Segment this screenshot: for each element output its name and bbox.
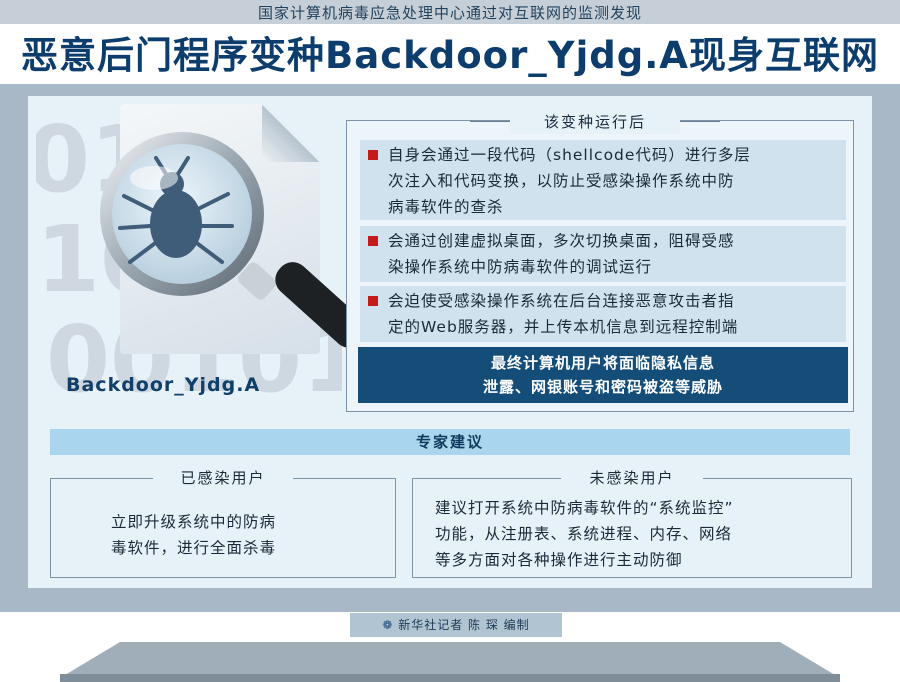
kicker-text: 国家计算机病毒应急处理中心通过对互联网的监测发现 [257,3,642,22]
uninfected-advice-line-3: 等多方面对各种操作进行主动防御 [435,551,683,569]
xinhua-logo-icon: ❁ [382,618,394,632]
infected-users-panel: 已感染用户 立即升级系统中的防病 毒软件，进行全面杀毒 [50,467,396,578]
infected-advice-line-2: 毒软件，进行全面杀毒 [111,539,277,557]
threat-warning: 最终计算机用户将面临隐私信息 泄露、网银账号和密码被盗等威胁 [358,347,848,403]
behavior-item-1: 自身会通过一段代码（shellcode代码）进行多层 次注入和代码变换，以防止受… [360,140,846,220]
behavior-item-3: 会迫使受感染操作系统在后台连接恶意攻击者指 定的Web服务器，并上传本机信息到远… [360,286,846,342]
expert-advice-bar: 专家建议 [50,429,850,455]
infected-advice-line-1: 立即升级系统中的防病 [111,513,277,531]
infected-users-title: 已感染用户 [153,467,293,489]
credit-text: 新华社记者 陈 琛 编制 [398,618,530,632]
bullet-marker-icon [368,296,378,306]
page-title: 恶意后门程序变种Backdoor_Yjdg.A现身互联网 [21,34,879,77]
uninfected-users-panel: 未感染用户 建议打开系统中防病毒软件的“系统监控” 功能，从注册表、系统进程、内… [412,467,852,578]
uninfected-users-title: 未感染用户 [561,467,703,489]
behavior-item-2: 会通过创建虚拟桌面，多次切换桌面，阻碍受感 染操作系统中防病毒软件的调试运行 [360,226,846,282]
uninfected-advice-line-2: 功能，从注册表、系统进程、内存、网络 [435,525,733,543]
uninfected-advice-line-1: 建议打开系统中防病毒软件的“系统监控” [435,499,734,517]
malware-name-label: Backdoor_Yjdg.A [66,374,261,396]
magnifier-bug-icon [100,132,367,348]
kicker-strip: 国家计算机病毒应急处理中心通过对互联网的监测发现 [0,0,900,24]
after-run-title: 该变种运行后 [510,110,680,134]
bullet-marker-icon [368,150,378,160]
monitor-stand [60,642,840,682]
bullet-marker-icon [368,236,378,246]
